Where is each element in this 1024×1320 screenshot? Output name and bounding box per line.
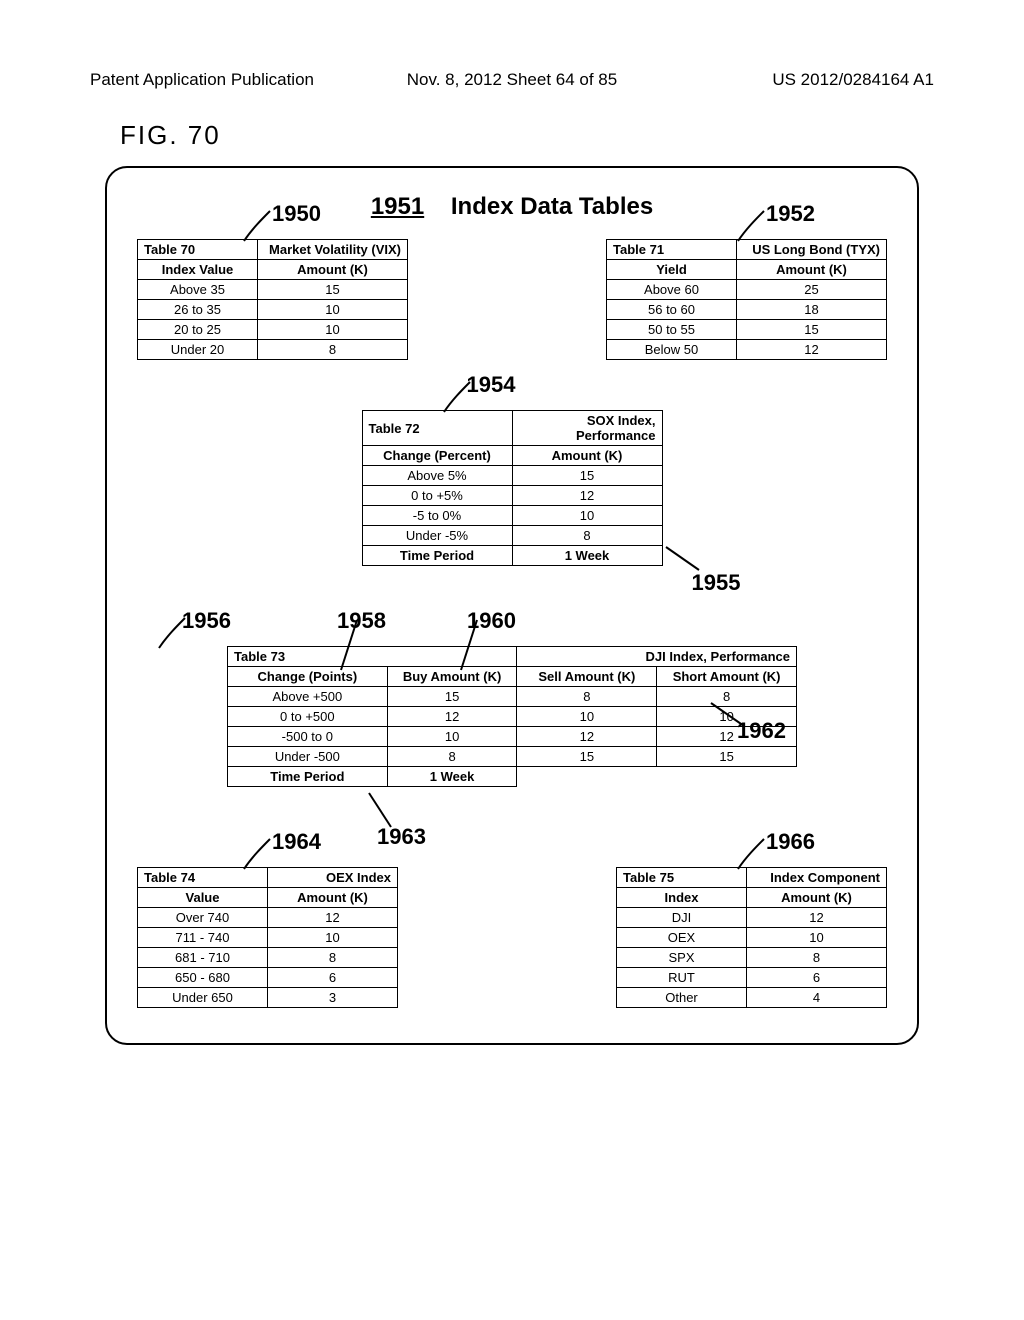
table-row: 0 to +500121010 (228, 707, 797, 727)
header-right: US 2012/0284164 A1 (653, 70, 934, 90)
wrap-table-71: 1952 Table 71US Long Bond (TYX) YieldAmo… (606, 239, 887, 360)
table-row-footer: Time Period1 Week (362, 546, 662, 566)
table-row: SPX8 (617, 948, 887, 968)
table-row: 681 - 7108 (138, 948, 398, 968)
table-70: Table 70Market Volatility (VIX) Index Va… (137, 239, 408, 360)
ref-1952: 1952 (766, 201, 815, 227)
table-row: Under -5%8 (362, 526, 662, 546)
row-table-72: 1954 Table 72SOX Index, Performance Chan… (137, 410, 887, 566)
title-ref-num: 1951 (371, 193, 424, 220)
table-row: Above 3515 (138, 280, 408, 300)
row-table-73: 1956 1958 1960 Table 73DJI Index, Perfor… (137, 646, 887, 787)
table-row: 650 - 6806 (138, 968, 398, 988)
row-tables-74-75: 1964 Table 74OEX Index ValueAmount (K) O… (137, 867, 887, 1008)
ref-1955: 1955 (692, 570, 741, 596)
wrap-table-72: 1954 Table 72SOX Index, Performance Chan… (362, 410, 663, 566)
figure-box: 1951 Index Data Tables 1950 Table 70Mark… (105, 166, 919, 1045)
page-header: Patent Application Publication Nov. 8, 2… (90, 70, 934, 90)
ref-1963: 1963 (377, 824, 426, 850)
ref-1956: 1956 (182, 608, 231, 634)
ref-1960: 1960 (467, 608, 516, 634)
wrap-table-73: 1956 1958 1960 Table 73DJI Index, Perfor… (227, 646, 797, 787)
table-row: Above 6025 (607, 280, 887, 300)
table-row: 20 to 2510 (138, 320, 408, 340)
table-row: Other4 (617, 988, 887, 1008)
table-row: Above 5%15 (362, 466, 662, 486)
figure-label: FIG. 70 (120, 120, 934, 151)
table-row: Under -50081515 (228, 747, 797, 767)
table-row: Over 74012 (138, 908, 398, 928)
table-row: -5 to 0%10 (362, 506, 662, 526)
table-73: Table 73DJI Index, Performance Change (P… (227, 646, 797, 787)
header-mid: Nov. 8, 2012 Sheet 64 of 85 (371, 70, 652, 90)
table-72: Table 72SOX Index, Performance Change (P… (362, 410, 663, 566)
table-row: RUT6 (617, 968, 887, 988)
table-row: 0 to +5%12 (362, 486, 662, 506)
title-text: Index Data Tables (451, 193, 653, 220)
table-row: 711 - 74010 (138, 928, 398, 948)
table-row: DJI12 (617, 908, 887, 928)
table-row: 56 to 6018 (607, 300, 887, 320)
table-row-footer: Time Period1 Week (228, 767, 797, 787)
ref-1954: 1954 (467, 372, 516, 398)
table-row: 50 to 5515 (607, 320, 887, 340)
wrap-table-75: 1966 Table 75Index Component IndexAmount… (616, 867, 887, 1008)
patent-page: Patent Application Publication Nov. 8, 2… (0, 0, 1024, 1105)
header-left: Patent Application Publication (90, 70, 371, 90)
table-71: Table 71US Long Bond (TYX) YieldAmount (… (606, 239, 887, 360)
table-row: Above +5001588 (228, 687, 797, 707)
wrap-table-74: 1964 Table 74OEX Index ValueAmount (K) O… (137, 867, 398, 1008)
table-74: Table 74OEX Index ValueAmount (K) Over 7… (137, 867, 398, 1008)
ref-1962: 1962 (737, 718, 786, 744)
table-row: Under 6503 (138, 988, 398, 1008)
ref-1958: 1958 (337, 608, 386, 634)
table-row: OEX10 (617, 928, 887, 948)
table-row: Under 208 (138, 340, 408, 360)
ref-1950: 1950 (272, 201, 321, 227)
table-row: -500 to 0101212 (228, 727, 797, 747)
table-row: 26 to 3510 (138, 300, 408, 320)
ref-1964: 1964 (272, 829, 321, 855)
row-tables-70-71: 1950 Table 70Market Volatility (VIX) Ind… (137, 239, 887, 360)
table-75: Table 75Index Component IndexAmount (K) … (616, 867, 887, 1008)
wrap-table-70: 1950 Table 70Market Volatility (VIX) Ind… (137, 239, 408, 360)
table-row: Below 5012 (607, 340, 887, 360)
ref-1966: 1966 (766, 829, 815, 855)
